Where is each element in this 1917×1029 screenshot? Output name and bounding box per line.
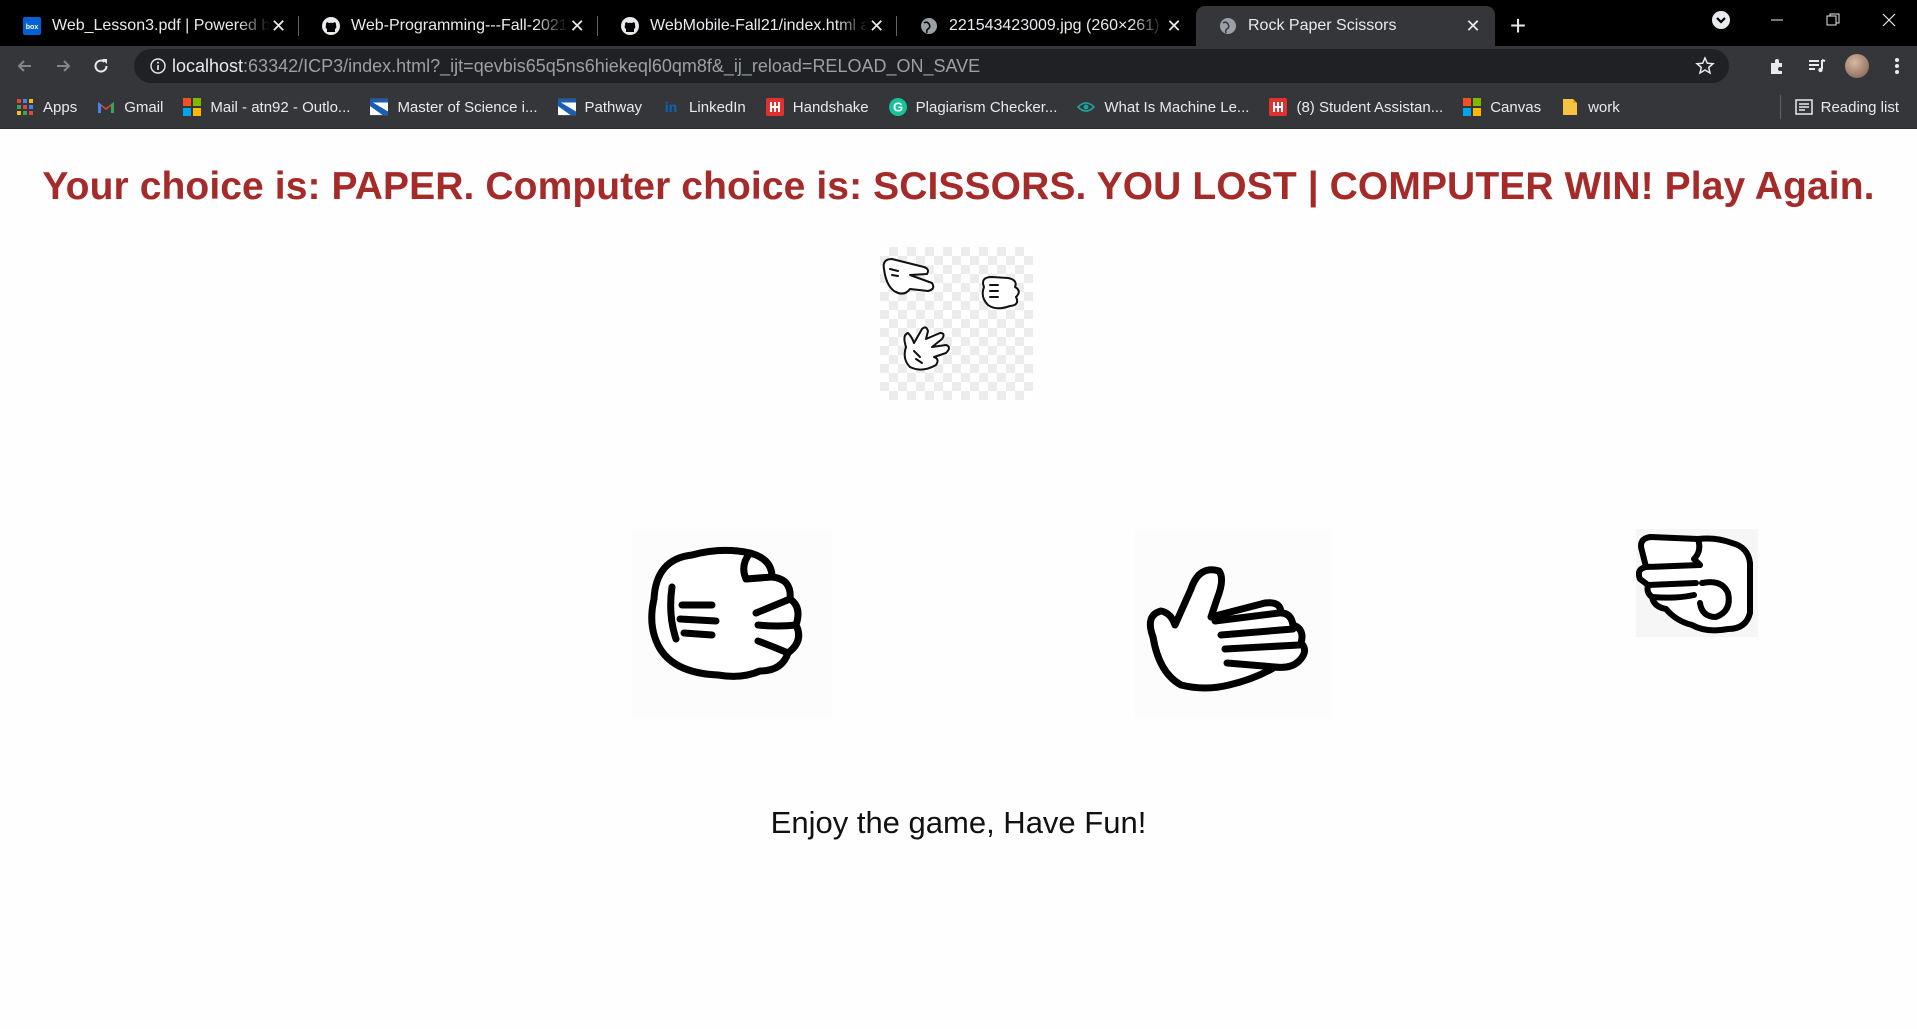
apps-grid-icon <box>16 98 34 116</box>
bookmark-plagiarism-checker[interactable]: G Plagiarism Checker... <box>888 98 1058 116</box>
bookmark-label: LinkedIn <box>689 98 746 116</box>
microsoft-icon <box>183 98 202 116</box>
github-icon <box>620 16 640 36</box>
profile-avatar[interactable] <box>1837 46 1877 86</box>
bookmark-star-icon[interactable] <box>1695 56 1715 81</box>
linkedin-icon: in <box>662 98 681 116</box>
svg-text:G: G <box>893 100 903 115</box>
browser-chrome: box Web_Lesson3.pdf | Powered by Box ✕ W… <box>0 0 1917 129</box>
close-icon[interactable]: ✕ <box>1164 16 1184 36</box>
browser-toolbar: localhost:63342/ICP3/index.html?_ijt=qev… <box>0 46 1917 86</box>
bookmark-label: Master of Science i... <box>397 98 538 116</box>
bookmark-canvas[interactable]: Canvas <box>1463 98 1541 116</box>
tab-web-programming[interactable]: Web-Programming---Fall-2021/ICP ✕ <box>299 6 598 46</box>
bookmark-label: Canvas <box>1490 98 1542 116</box>
bookmark-handshake[interactable]: Handshake <box>765 98 869 116</box>
bookmarks-bar: Apps Gmail Mail - atn92 - Outlo... Maste… <box>0 86 1917 129</box>
eye-icon <box>1077 98 1096 116</box>
bookmark-label: Gmail <box>124 98 164 116</box>
tab-title: WebMobile-Fall21/index.html at main <box>650 17 869 34</box>
folder-icon <box>1561 98 1579 116</box>
url-path: :63342/ICP3/index.html?_ijt=qevbis65q5ns… <box>243 55 981 76</box>
tab-webmobile[interactable]: WebMobile-Fall21/index.html at main ✕ <box>598 6 897 46</box>
page-content: Your choice is: PAPER. Computer choice i… <box>0 129 1917 1029</box>
bookmark-machine-learning[interactable]: What Is Machine Le... <box>1077 98 1249 116</box>
media-control-icon[interactable] <box>1797 46 1837 86</box>
svg-text:box: box <box>26 24 39 31</box>
umkc-icon <box>370 98 389 116</box>
bookmark-label: Handshake <box>792 98 869 116</box>
window-controls <box>1749 0 1917 40</box>
grammarly-icon: G <box>888 98 907 116</box>
bookmark-master-of-science[interactable]: Master of Science i... <box>370 98 538 116</box>
rock-fist-icon <box>648 546 803 680</box>
tab-title: Web_Lesson3.pdf | Powered by Box <box>52 17 271 34</box>
box-icon: box <box>22 16 42 36</box>
bookmark-label: Apps <box>43 98 78 116</box>
rock-choice-button[interactable] <box>632 529 832 719</box>
tab-title: Web-Programming---Fall-2021/ICP <box>351 17 568 34</box>
bookmark-student-assistant[interactable]: (8) Student Assistan... <box>1269 98 1443 116</box>
bookmark-outlook-mail[interactable]: Mail - atn92 - Outlo... <box>183 98 350 116</box>
tab-title: 221543423009.jpg (260×261) <box>949 17 1160 34</box>
reading-list-icon <box>1794 99 1813 115</box>
tab-web-lesson3[interactable]: box Web_Lesson3.pdf | Powered by Box ✕ <box>0 6 299 46</box>
reload-icon[interactable] <box>82 46 120 86</box>
paper-hand-icon <box>1146 566 1308 692</box>
footer-message: Enjoy the game, Have Fun! <box>770 805 1147 840</box>
umkc-icon <box>557 98 576 116</box>
forward-icon[interactable] <box>44 46 82 86</box>
bookmark-label: Plagiarism Checker... <box>915 98 1058 116</box>
bookmark-label: work <box>1588 98 1620 116</box>
handshake-icon <box>1269 98 1288 116</box>
paper-choice-button[interactable] <box>1135 529 1332 719</box>
window-close-icon[interactable] <box>1861 0 1917 40</box>
globe-icon <box>919 16 939 36</box>
globe-icon <box>1218 16 1238 36</box>
restore-icon[interactable] <box>1805 0 1861 40</box>
gmail-icon <box>97 98 115 116</box>
microsoft-icon <box>1463 98 1482 116</box>
close-icon[interactable]: ✕ <box>568 16 586 36</box>
tab-rock-paper-scissors[interactable]: Rock Paper Scissors ✕ <box>1196 6 1495 46</box>
reading-list[interactable]: Reading list <box>1779 86 1899 128</box>
scissors-hand-icon <box>1635 534 1753 634</box>
rock-paper-scissors-logo <box>880 247 1033 400</box>
bookmark-gmail[interactable]: Gmail <box>97 98 163 116</box>
tab-strip: box Web_Lesson3.pdf | Powered by Box ✕ W… <box>0 0 1917 46</box>
address-bar[interactable]: localhost:63342/ICP3/index.html?_ijt=qev… <box>134 49 1729 83</box>
extensions-icon[interactable] <box>1757 46 1797 86</box>
new-tab-button[interactable]: + <box>1495 6 1541 46</box>
reading-list-label: Reading list <box>1820 98 1899 116</box>
site-info-icon[interactable] <box>144 58 172 74</box>
svg-text:in: in <box>665 99 677 115</box>
scissors-choice-button[interactable] <box>1635 529 1758 637</box>
bookmark-linkedin[interactable]: in LinkedIn <box>662 98 746 116</box>
bookmark-label: What Is Machine Le... <box>1104 98 1250 116</box>
url-host: localhost <box>172 55 244 76</box>
back-icon[interactable] <box>6 46 44 86</box>
bookmark-label: Pathway <box>584 98 643 116</box>
close-icon[interactable]: ✕ <box>868 16 885 36</box>
result-message: Your choice is: PAPER. Computer choice i… <box>42 165 1875 208</box>
handshake-icon <box>765 98 784 116</box>
bookmark-pathway[interactable]: Pathway <box>557 98 643 116</box>
tab-image-jpg[interactable]: 221543423009.jpg (260×261) ✕ <box>897 6 1196 46</box>
close-icon[interactable]: ✕ <box>1463 16 1483 36</box>
toolbar-actions <box>1757 46 1917 86</box>
github-icon <box>321 16 341 36</box>
bookmark-apps[interactable]: Apps <box>16 98 77 116</box>
menu-kebab-icon[interactable] <box>1877 46 1917 86</box>
tab-title: Rock Paper Scissors <box>1248 17 1397 34</box>
bookmark-label: (8) Student Assistan... <box>1296 98 1444 116</box>
minimize-icon[interactable] <box>1749 0 1805 40</box>
close-icon[interactable]: ✕ <box>270 16 287 36</box>
tab-search-icon[interactable] <box>1711 10 1731 30</box>
bookmark-label: Mail - atn92 - Outlo... <box>210 98 351 116</box>
bookmark-work[interactable]: work <box>1561 98 1620 116</box>
